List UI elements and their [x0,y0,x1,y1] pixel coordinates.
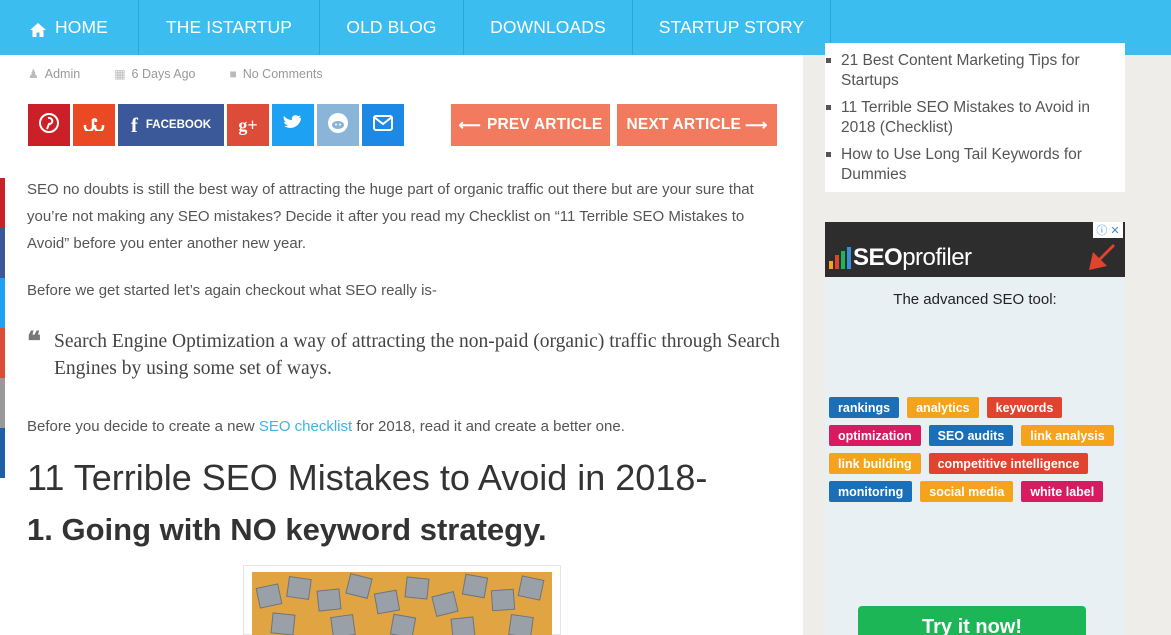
prev-article-button[interactable]: ⟵ PREV ARTICLE [451,104,610,146]
tag[interactable]: monitoring [829,481,913,502]
nav-the-istartup[interactable]: THE ISTARTUP [139,0,320,55]
tag[interactable]: optimization [829,425,921,446]
tag[interactable]: analytics [907,397,979,418]
recent-post-link[interactable]: How to Use Long Tail Keywords for Dummie… [826,145,1111,185]
nav-home[interactable]: HOME [0,0,139,55]
nav-label: STARTUP STORY [658,17,805,37]
author-name: Admin [44,67,81,81]
tag[interactable]: link analysis [1021,425,1114,446]
reddit-share-button[interactable] [317,104,359,146]
ad-logo: SEOprofiler [853,244,972,272]
post-date: 6 Days Ago [131,67,196,81]
nav-label: OLD BLOG [346,17,437,37]
pinterest-share-button[interactable] [28,104,70,146]
stripe-twitter[interactable] [0,278,5,328]
pinterest-icon [39,112,59,138]
ad-tags: rankings analytics keywords optimization… [829,397,1124,509]
tag-row: link building competitive intelligence [829,453,1124,474]
stripe-email[interactable] [0,378,5,428]
stumbleupon-share-button[interactable] [73,104,115,146]
twitter-share-button[interactable] [272,104,314,146]
tag-row: monitoring social media white label [829,481,1124,502]
ad-tagline: The advanced SEO tool: [893,291,1057,308]
arrow-right-icon: ⟶ [745,116,768,134]
next-article-label: NEXT ARTICLE [626,116,742,133]
facebook-label: FACEBOOK [145,119,212,131]
article-image-frame [243,565,561,635]
calendar-icon: ▦ [114,67,126,81]
nav-label: THE ISTARTUP [166,17,292,37]
home-icon [30,21,47,37]
recent-post-link[interactable]: 11 Terrible SEO Mistakes to Avoid in 201… [826,98,1111,138]
user-icon: ♟ [28,67,39,81]
decide-suffix: for 2018, read it and create a better on… [352,418,625,435]
ad-cta-button[interactable]: Try it now! [858,606,1086,635]
seo-checklist-link[interactable]: SEO checklist [259,418,352,435]
post-meta: ♟ Admin ▦ 6 Days Ago ■ No Comments [28,67,323,81]
tag-row: optimization SEO audits link analysis [829,425,1124,446]
tag[interactable]: SEO audits [928,425,1014,446]
twitter-icon [283,114,303,136]
meta-comments[interactable]: ■ No Comments [229,67,322,81]
tag[interactable]: white label [1021,481,1104,502]
nav-old-blog[interactable]: OLD BLOG [320,0,464,55]
google-plus-icon: g+ [238,114,258,135]
reddit-icon [327,112,349,139]
stripe-pinterest[interactable] [0,178,5,228]
nav-home-label: HOME [55,17,108,37]
blockquote: ❝ Search Engine Optimization a way of at… [27,328,787,382]
email-icon [373,114,393,136]
stripe-linkedin[interactable] [0,428,5,478]
arrow-left-icon: ⟵ [458,116,481,134]
google-plus-share-button[interactable]: g+ [227,104,269,146]
ad-logo-bold: SEO [853,244,903,271]
tag[interactable]: rankings [829,397,900,418]
recent-post-link[interactable]: 21 Best Content Marketing Tips for Start… [826,51,1111,91]
before-start-paragraph: Before we get started let’s again checko… [27,282,437,299]
nav-label: DOWNLOADS [490,17,606,37]
email-share-button[interactable] [362,104,404,146]
recent-posts-widget: 21 Best Content Marketing Tips for Start… [825,43,1125,192]
share-bar: f FACEBOOK g+ [28,104,404,146]
stripe-facebook[interactable] [0,228,5,278]
next-article-button[interactable]: NEXT ARTICLE ⟶ [617,104,777,146]
stumbleupon-icon [83,115,105,136]
prev-article-label: PREV ARTICLE [486,116,603,133]
tag-row: rankings analytics keywords [829,397,1124,418]
quote-icon: ❝ [27,326,41,356]
intro-paragraph: SEO no doubts is still the best way of a… [27,181,754,252]
quote-text: Search Engine Optimization a way of attr… [54,331,780,379]
nav-downloads[interactable]: DOWNLOADS [464,0,633,55]
tag[interactable]: social media [920,481,1014,502]
meta-author[interactable]: ♟ Admin [28,67,80,81]
comment-count: No Comments [242,67,323,81]
comments-icon: ■ [229,67,237,81]
ad-logo-rest: profiler [902,244,972,271]
facebook-share-button[interactable]: f FACEBOOK [118,104,224,146]
decide-paragraph: Before you decide to create a new SEO ch… [27,413,787,440]
article-image [252,572,552,635]
nav-startup-story[interactable]: STARTUP STORY [633,0,831,55]
section-heading: 1. Going with NO keyword strategy. [27,512,547,547]
stripe-google-plus[interactable] [0,328,5,378]
meta-date: ▦ 6 Days Ago [114,67,195,81]
tag[interactable]: keywords [986,397,1063,418]
arrow-icon [1089,244,1115,270]
decide-prefix: Before you decide to create a new [27,418,259,435]
seoprofiler-ad[interactable]: SEOprofiler ⓘ ✕ The advanced SEO tool: r… [825,222,1125,635]
tag[interactable]: link building [829,453,921,474]
bar-chart-icon [829,247,851,269]
tag[interactable]: competitive intelligence [928,453,1089,474]
facebook-icon: f [130,112,138,137]
article-heading: 11 Terrible SEO Mistakes to Avoid in 201… [27,457,708,498]
floating-share-stripes [0,178,5,478]
ad-choices-icon[interactable]: ⓘ ✕ [1093,222,1123,238]
ad-header: SEOprofiler ⓘ ✕ [825,222,1125,277]
